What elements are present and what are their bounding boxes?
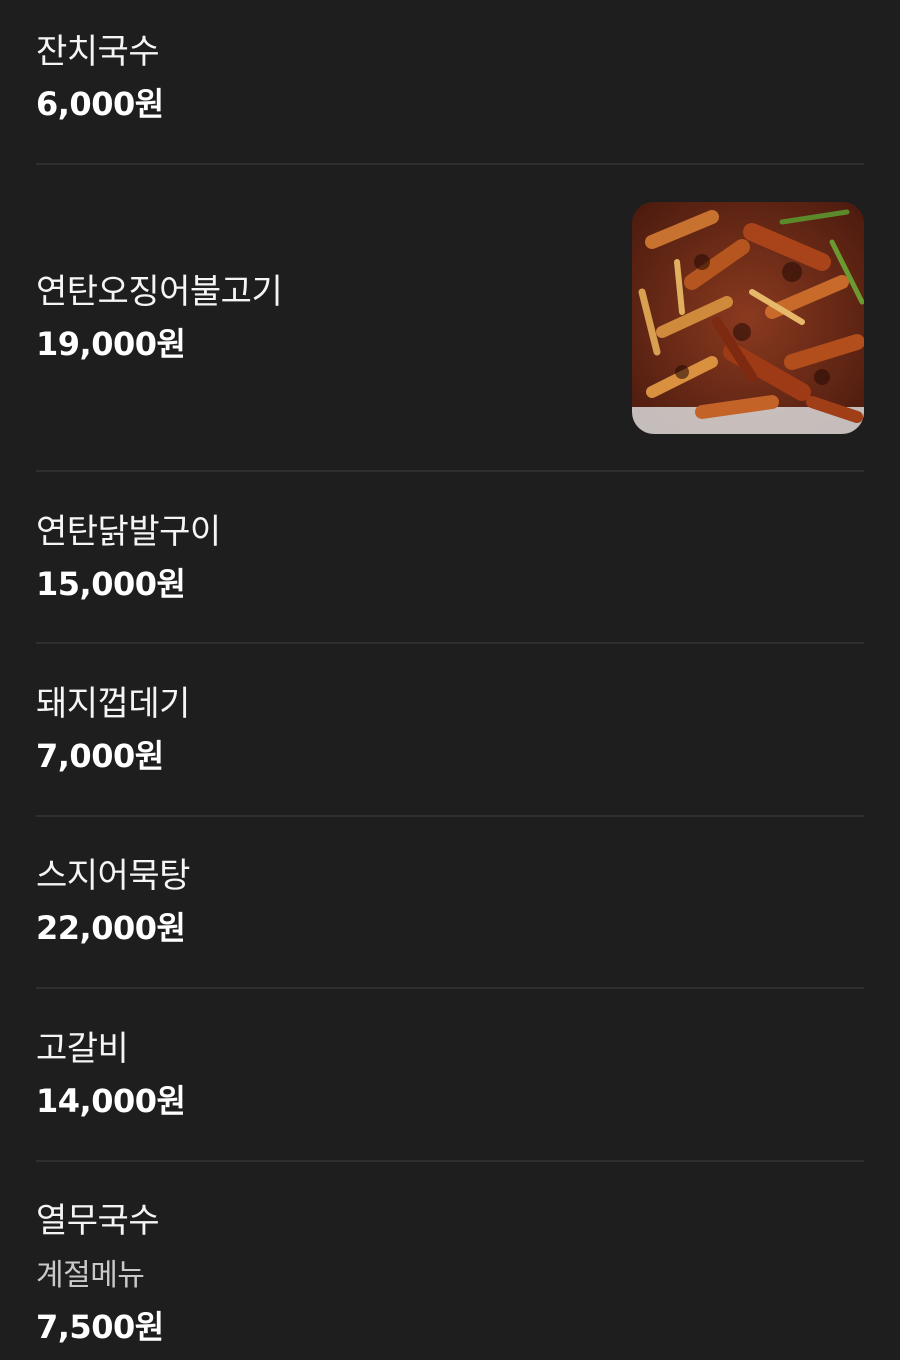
- menu-item-price: 14,000원: [36, 1082, 186, 1120]
- menu-item-description: 계절메뉴: [36, 1258, 145, 1293]
- menu-item-janchi-guksu[interactable]: 잔치국수 6,000원: [36, 0, 864, 164]
- menu-item-grilled-mackerel[interactable]: 고갈비 14,000원: [36, 989, 864, 1159]
- menu-item-yeolmu-guksu[interactable]: 열무국수 계절메뉴 7,500원: [36, 1162, 864, 1360]
- menu-item-chicken-feet[interactable]: 연탄닭발구이 15,000원: [36, 472, 864, 642]
- menu-item-name: 열무국수: [36, 1201, 160, 1241]
- menu-list: 잔치국수 6,000원 연탄오징어불고기 19,000원 연탄닭발구이 15,0…: [0, 0, 900, 1360]
- squid-bulgogi-photo-icon: [632, 202, 864, 434]
- menu-item-name: 돼지껍데기: [36, 684, 190, 724]
- menu-item-name: 잔치국수: [36, 32, 160, 72]
- menu-item-price: 7,000원: [36, 737, 164, 775]
- menu-item-price: 19,000원: [36, 325, 186, 363]
- menu-item-name: 연탄오징어불고기: [36, 272, 283, 312]
- menu-item-name: 연탄닭발구이: [36, 512, 221, 552]
- menu-item-price: 15,000원: [36, 565, 186, 603]
- menu-item-price: 22,000원: [36, 909, 186, 947]
- menu-item-name: 스지어묵탕: [36, 856, 190, 896]
- menu-item-name: 고갈비: [36, 1029, 129, 1069]
- menu-item-fishcake-soup[interactable]: 스지어묵탕 22,000원: [36, 817, 864, 987]
- menu-item-price: 6,000원: [36, 85, 164, 123]
- menu-item-price: 7,500원: [36, 1308, 164, 1346]
- menu-item-photo[interactable]: [632, 202, 864, 434]
- menu-item-squid-bulgogi[interactable]: 연탄오징어불고기 19,000원: [36, 202, 864, 470]
- divider: [36, 163, 864, 165]
- menu-item-pork-skin[interactable]: 돼지껍데기 7,000원: [36, 644, 864, 814]
